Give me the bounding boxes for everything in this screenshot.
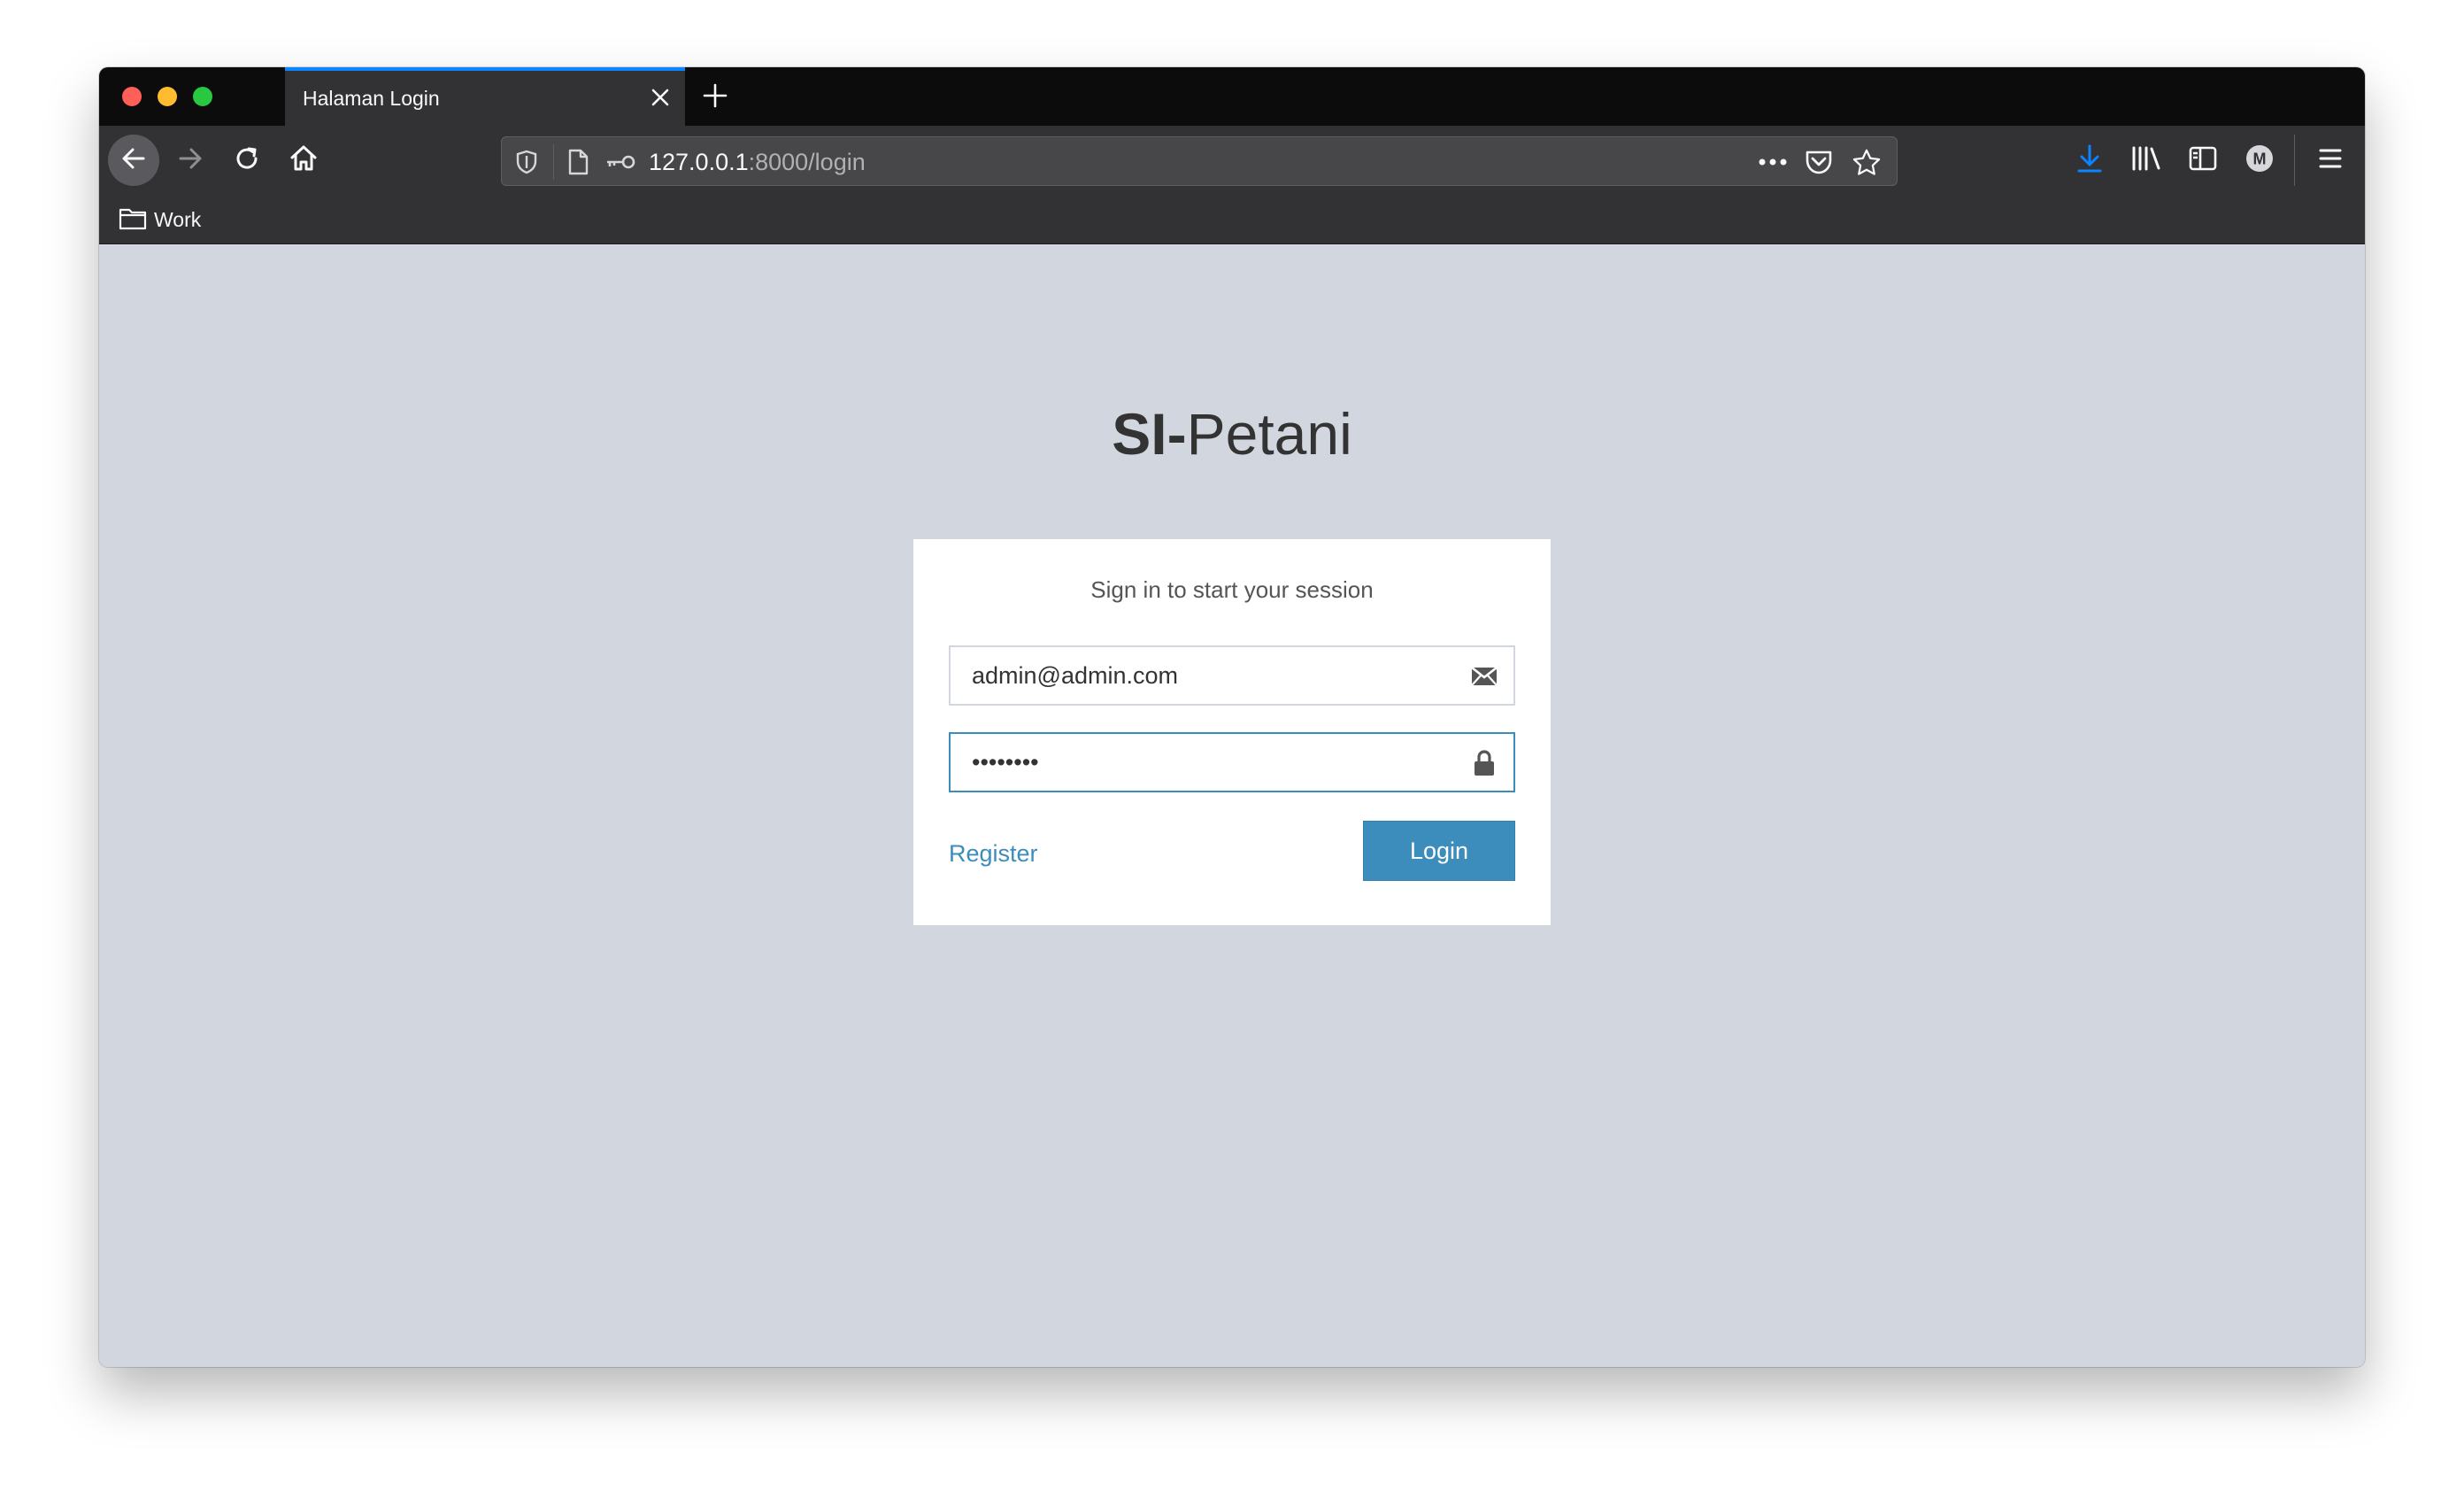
url-text[interactable]: 127.0.0.1:8000/login (649, 149, 866, 176)
login-box-message: Sign in to start your session (1090, 576, 1374, 603)
menu-button[interactable] (2308, 138, 2352, 182)
close-tab-icon[interactable] (644, 81, 676, 113)
lock-icon (1469, 748, 1499, 778)
home-icon (289, 143, 319, 178)
reload-icon (233, 144, 261, 177)
home-button[interactable] (278, 135, 329, 186)
page-logo[interactable]: SI-Petani (99, 400, 2365, 467)
tab-title: Halaman Login (303, 87, 440, 110)
bookmark-label: Work (154, 207, 202, 231)
pocket-icon[interactable] (1805, 148, 1833, 176)
folder-icon (119, 205, 147, 235)
close-window-button[interactable] (122, 87, 142, 106)
library-button[interactable] (2124, 138, 2168, 182)
page-content: SI-Petani Sign in to start your session … (99, 244, 2365, 1367)
brand-light: Petani (1186, 401, 1352, 467)
sidebar-icon (2188, 145, 2218, 176)
tab-strip: Halaman Login (99, 67, 2365, 126)
browser-window: Halaman Login 127.0.0.1:8000/login M Wor… (99, 67, 2365, 1367)
bookmarks-toolbar: Work (99, 195, 2365, 244)
sidebar-button[interactable] (2181, 138, 2225, 182)
hamburger-menu-icon (2317, 147, 2344, 174)
url-host: 127.0.0.1 (649, 149, 749, 175)
login-box: Sign in to start your session Register L… (913, 539, 1551, 925)
account-initial: M (2253, 150, 2267, 167)
password-field-group (949, 732, 1515, 792)
email-field[interactable] (951, 647, 1464, 704)
tab-active[interactable]: Halaman Login (285, 67, 685, 126)
page-icon[interactable] (564, 148, 592, 176)
new-tab-button[interactable] (697, 78, 733, 113)
download-icon (2075, 143, 2104, 178)
star-icon[interactable] (1852, 148, 1881, 176)
arrow-right-icon (175, 143, 205, 178)
maximize-window-button[interactable] (193, 87, 212, 106)
password-field[interactable] (951, 734, 1464, 791)
account-icon: M (2245, 143, 2275, 178)
arrow-left-icon (119, 143, 149, 178)
reload-button[interactable] (221, 135, 273, 186)
forward-button[interactable] (165, 135, 216, 186)
envelope-icon (1469, 661, 1499, 691)
login-button[interactable]: Login (1363, 821, 1515, 881)
brand-bold: SI- (1112, 401, 1187, 467)
url-path: :8000/login (748, 149, 866, 175)
email-field-group (949, 645, 1515, 706)
shield-icon[interactable] (512, 148, 541, 176)
library-icon (2130, 145, 2162, 176)
key-icon[interactable] (603, 148, 638, 176)
back-button[interactable] (108, 135, 159, 186)
register-link[interactable]: Register (949, 840, 1038, 868)
minimize-window-button[interactable] (158, 87, 177, 106)
navigation-toolbar: 127.0.0.1:8000/login M (99, 126, 2365, 195)
toolbar-divider (2294, 135, 2295, 186)
bookmark-folder-work[interactable]: Work (119, 202, 201, 237)
more-dots-icon[interactable] (1755, 148, 1790, 176)
downloads-button[interactable] (2067, 138, 2112, 182)
url-bar[interactable]: 127.0.0.1:8000/login (501, 136, 1898, 186)
account-button[interactable]: M (2237, 138, 2282, 182)
url-separator (553, 144, 554, 180)
